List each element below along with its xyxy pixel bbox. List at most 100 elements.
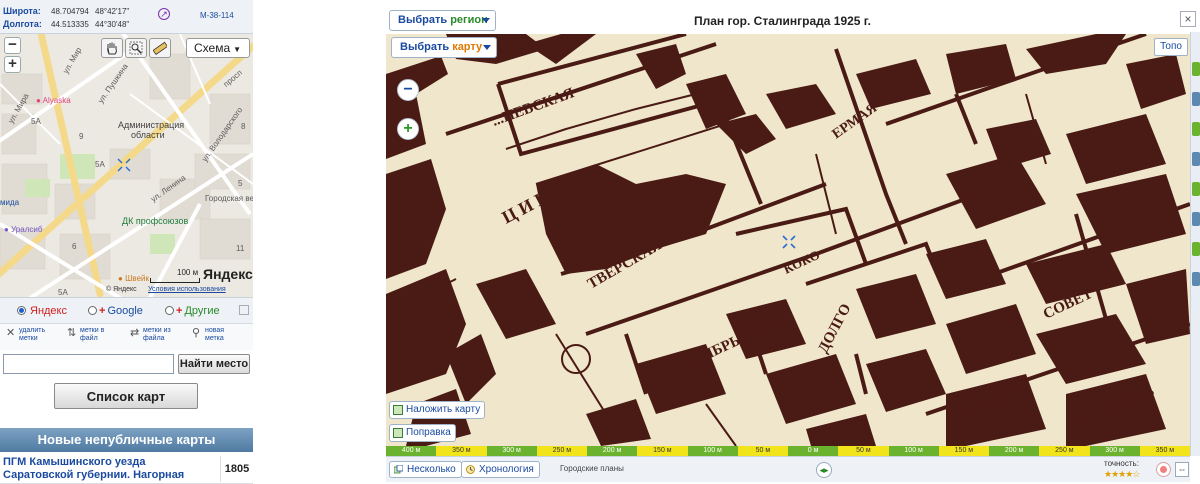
scale-segment: 50 м bbox=[737, 446, 788, 456]
zoom-out-button[interactable]: − bbox=[397, 79, 419, 101]
mark-label: файла bbox=[143, 335, 165, 342]
poi-label: мида bbox=[0, 198, 20, 207]
chevron-down-icon bbox=[482, 18, 490, 23]
house-number: 8 bbox=[241, 122, 246, 131]
scale-segment: 200 м bbox=[587, 446, 638, 456]
poi-shveyk[interactable]: ● Швейк bbox=[118, 274, 149, 283]
map-sheet-code[interactable]: M-38-114 bbox=[200, 11, 234, 20]
overlay-icon bbox=[393, 405, 403, 415]
delete-marks-icon: ✕ bbox=[6, 327, 16, 339]
latitude-row: Широта: 48.704794 48°42'17" bbox=[3, 4, 151, 18]
new-maps-header: Новые непубличные карты bbox=[0, 428, 253, 452]
yandex-copyright: © Яндекс bbox=[106, 286, 137, 293]
provider-google-radio[interactable]: + Google bbox=[88, 305, 143, 317]
correction-button[interactable]: Поправка bbox=[389, 424, 456, 442]
scale-segment: 0 м bbox=[788, 446, 839, 456]
side-tab[interactable] bbox=[1192, 182, 1200, 196]
side-tab[interactable] bbox=[1192, 212, 1200, 226]
accuracy-label: точность: bbox=[1104, 459, 1139, 468]
map-provider-selector: Яндекс + Google + Другие bbox=[0, 298, 253, 324]
scale-segment: 150 м bbox=[938, 446, 989, 456]
coordinates-panel: Широта: 48.704794 48°42'17" Долгота: 44.513… bbox=[0, 0, 253, 34]
provider-yandex-radio[interactable]: Яндекс bbox=[17, 305, 67, 317]
yandex-map-tiles bbox=[0, 34, 253, 297]
new-map-title-link[interactable]: ПГМ Камышинского уезда Саратовской губер… bbox=[3, 456, 217, 484]
admin-building-label: Администрация bbox=[118, 120, 185, 130]
magnifier-tool-icon[interactable] bbox=[125, 38, 147, 58]
poi-alyaska[interactable]: ● Alyaska bbox=[36, 96, 71, 105]
scale-segment: 250 м bbox=[536, 446, 587, 456]
map-title: План гор. Сталинграда 1925 г. bbox=[694, 14, 871, 28]
provider-label: Другие bbox=[184, 305, 220, 317]
save-marks-icon: ⇅ bbox=[67, 327, 77, 339]
zoom-in-button[interactable]: + bbox=[397, 118, 419, 140]
record-icon[interactable] bbox=[1156, 462, 1171, 477]
timeline-slider-handle[interactable]: ◂▸ bbox=[816, 462, 832, 478]
ruler-tool-icon[interactable] bbox=[149, 38, 171, 58]
dropdown-label: Выбрать bbox=[398, 14, 448, 26]
admin-building-label: области bbox=[131, 130, 165, 140]
yandex-zoom-in-button[interactable]: + bbox=[4, 56, 21, 73]
hand-pan-tool-icon[interactable] bbox=[101, 38, 123, 58]
house-number: 5А bbox=[95, 160, 105, 169]
scale-segment: 300 м bbox=[486, 446, 537, 456]
provider-label: Яндекс bbox=[30, 305, 67, 317]
longitude-label: Долгота: bbox=[3, 19, 42, 29]
scale-segment: 350 м bbox=[436, 446, 487, 456]
poi-uralsib[interactable]: ● Уралсиб bbox=[4, 225, 42, 234]
historic-map-viewport[interactable]: ...НЕВСКАЯ Ц И Н Р Т А ТВЕРСКАЯ ОКТЯБРЬС… bbox=[386, 34, 1190, 446]
delete-marks-button[interactable]: ✕ удалить метки bbox=[6, 327, 45, 343]
plus-icon: + bbox=[99, 305, 106, 317]
expand-icon[interactable] bbox=[239, 305, 249, 315]
yandex-map[interactable]: − + Схема ▼ ул. Мира ул. Мир ул. Пушкина … bbox=[0, 34, 253, 298]
new-mark-button[interactable]: ⚲ новая метка bbox=[192, 327, 224, 343]
new-map-list-item[interactable]: ПГМ Камышинского уезда Саратовской губер… bbox=[0, 453, 253, 484]
scale-segment: 50 м bbox=[838, 446, 889, 456]
select-region-dropdown[interactable]: Выбрать регион bbox=[389, 10, 496, 31]
place-search-input[interactable] bbox=[3, 354, 174, 374]
overlay-map-button[interactable]: Наложить карту bbox=[389, 401, 486, 419]
poi-pin-icon: ● bbox=[4, 225, 9, 234]
several-maps-button[interactable]: Несколько bbox=[389, 461, 462, 478]
left-panel: Широта: 48.704794 48°42'17" Долгота: 44.513… bbox=[0, 0, 253, 484]
button-label: Хронология bbox=[479, 464, 534, 475]
side-tab[interactable] bbox=[1192, 122, 1200, 136]
clock-icon bbox=[466, 465, 475, 474]
side-tab[interactable] bbox=[1192, 272, 1200, 286]
side-tab[interactable] bbox=[1192, 92, 1200, 106]
close-icon[interactable]: × bbox=[1180, 11, 1196, 27]
yandex-zoom-out-button[interactable]: − bbox=[4, 37, 21, 54]
accuracy-rating-stars: ★★★★☆ bbox=[1104, 469, 1140, 479]
side-tab-strip bbox=[1190, 32, 1200, 456]
load-marks-button[interactable]: ⇄ метки из файла bbox=[130, 327, 171, 343]
side-tab[interactable] bbox=[1192, 242, 1200, 256]
select-map-dropdown[interactable]: Выбрать карту bbox=[391, 37, 497, 58]
poi-label: Alyaska bbox=[42, 96, 71, 105]
compass-icon[interactable]: ↗ bbox=[158, 8, 170, 20]
provider-other-radio[interactable]: + Другие bbox=[165, 305, 220, 317]
radio-unchecked-icon bbox=[88, 306, 97, 315]
save-marks-button[interactable]: ⇅ метки в файл bbox=[67, 327, 104, 343]
scale-segment: 300 м bbox=[1089, 446, 1140, 456]
house-number: 9 bbox=[79, 132, 84, 141]
side-tab[interactable] bbox=[1192, 62, 1200, 76]
chronology-button[interactable]: Хронология bbox=[461, 461, 540, 478]
map-mode-dropdown[interactable]: Схема ▼ bbox=[186, 38, 250, 58]
terms-of-use-link[interactable]: Условия использования bbox=[148, 286, 226, 293]
app-root: Широта: 48.704794 48°42'17" Долгота: 44.513… bbox=[0, 0, 1200, 484]
scale-segment: 100 м bbox=[888, 446, 939, 456]
split-view-icon[interactable]: ⇔ bbox=[1175, 462, 1189, 477]
historic-map-header: Выбрать регион План гор. Сталинграда 192… bbox=[384, 4, 1200, 32]
bottom-toolbar: Несколько Хронология Городские планы ◂▸ … bbox=[386, 456, 1190, 482]
provider-label: Google bbox=[107, 305, 143, 317]
mark-label: удалить bbox=[19, 327, 46, 334]
load-marks-icon: ⇄ bbox=[130, 327, 140, 339]
historic-map-panel: Выбрать регион План гор. Сталинграда 192… bbox=[384, 0, 1200, 484]
find-place-button[interactable]: Найти место bbox=[178, 354, 250, 374]
topo-button[interactable]: Топо bbox=[1154, 38, 1188, 56]
maps-list-button[interactable]: Список карт bbox=[54, 383, 198, 409]
map-category-label: Городские планы bbox=[560, 464, 624, 473]
mark-label: метка bbox=[205, 335, 224, 342]
house-number: 11 bbox=[236, 244, 245, 253]
side-tab[interactable] bbox=[1192, 152, 1200, 166]
